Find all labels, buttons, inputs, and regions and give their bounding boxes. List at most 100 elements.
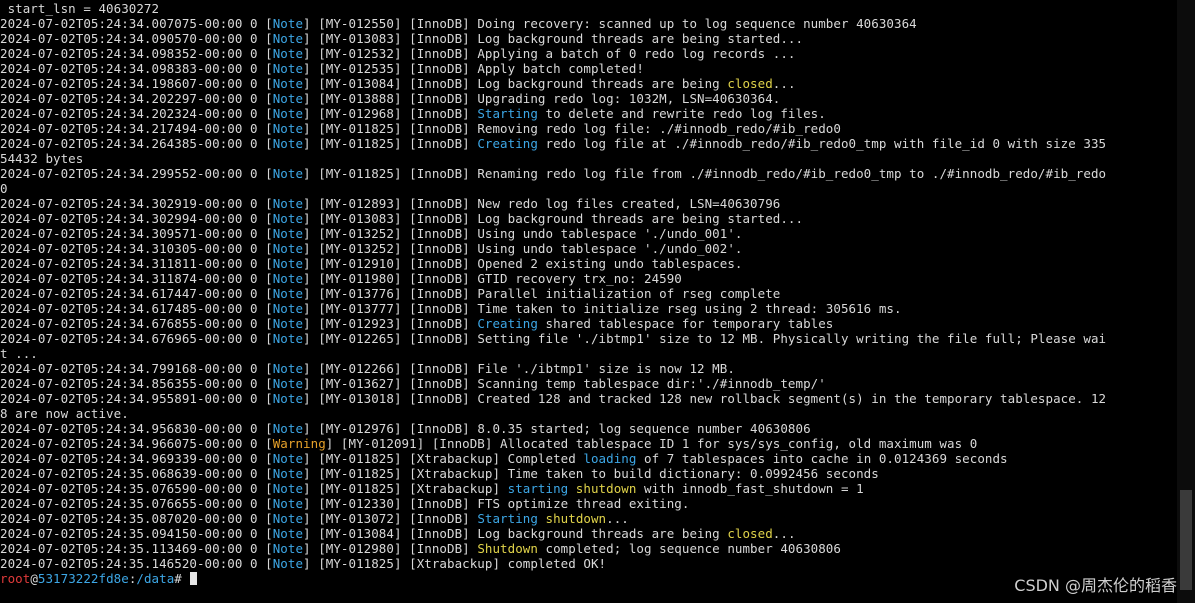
log-level: Note xyxy=(272,481,304,496)
log-code: MY-012976 xyxy=(325,421,394,436)
log-timestamp: 2024-07-02T05:24:35.146520-00:00 0 xyxy=(0,556,266,571)
bracket: ] [ xyxy=(393,61,417,76)
bracket: ] [ xyxy=(393,76,417,91)
log-timestamp: 2024-07-02T05:24:34.302994-00:00 0 xyxy=(0,211,266,226)
log-highlight: Creating xyxy=(477,136,538,151)
log-component: InnoDB xyxy=(416,271,463,286)
bracket: ] xyxy=(462,286,478,301)
log-component: InnoDB xyxy=(416,301,463,316)
log-message: Log background threads are being xyxy=(477,76,728,91)
bracket: ] xyxy=(462,106,478,121)
bracket: ] xyxy=(462,196,478,211)
vertical-scrollbar[interactable] xyxy=(1177,0,1195,603)
prompt-user: root xyxy=(0,571,31,586)
bracket: ] [ xyxy=(393,556,417,571)
bracket: ] [ xyxy=(303,226,326,241)
log-component: InnoDB xyxy=(416,526,463,541)
bracket: ] xyxy=(462,301,478,316)
log-message: ... xyxy=(772,76,796,91)
bracket: [ xyxy=(265,286,273,301)
bracket: ] [ xyxy=(303,196,326,211)
log-component: InnoDB xyxy=(416,496,463,511)
log-highlight: Starting xyxy=(477,511,538,526)
bracket: [ xyxy=(265,91,273,106)
log-level: Note xyxy=(272,166,304,181)
log-timestamp: 2024-07-02T05:24:34.676855-00:00 0 xyxy=(0,316,266,331)
log-level: Note xyxy=(272,46,304,61)
log-level: Note xyxy=(272,76,304,91)
log-highlight: starting xyxy=(507,481,569,496)
bracket: ] [ xyxy=(393,526,417,541)
terminal-window[interactable]: start_lsn = 40630272 2024-07-02T05:24:34… xyxy=(0,0,1195,603)
bracket: [ xyxy=(265,196,273,211)
bracket: ] xyxy=(462,46,478,61)
log-timestamp: 2024-07-02T05:24:34.007075-00:00 0 xyxy=(0,16,266,31)
bracket: ] [ xyxy=(393,286,417,301)
log-component: InnoDB xyxy=(416,31,463,46)
scrollbar-thumb[interactable] xyxy=(1180,490,1192,590)
bracket: [ xyxy=(265,16,273,31)
log-timestamp: 2024-07-02T05:24:34.955891-00:00 0 xyxy=(0,391,266,406)
log-timestamp: 2024-07-02T05:24:35.094150-00:00 0 xyxy=(0,526,266,541)
log-line: 2024-07-02T05:24:35.094150-00:00 0 [Note… xyxy=(0,526,1195,541)
log-code: MY-012968 xyxy=(325,106,394,121)
bracket: ] [ xyxy=(303,91,326,106)
log-component: InnoDB xyxy=(439,436,485,451)
log-code: MY-013627 xyxy=(325,376,394,391)
log-code: MY-012893 xyxy=(325,196,394,211)
log-code: MY-011825 xyxy=(325,136,394,151)
bracket: ] xyxy=(462,331,478,346)
log-message: shared tablespace for temporary tables xyxy=(537,316,834,331)
terminal-line-start-lsn: start_lsn = 40630272 xyxy=(0,1,160,16)
log-line: 2024-07-02T05:24:34.310305-00:00 0 [Note… xyxy=(0,241,1195,256)
bracket: [ xyxy=(265,481,273,496)
log-component: InnoDB xyxy=(416,376,463,391)
bracket: [ xyxy=(265,436,273,451)
bracket: [ xyxy=(265,226,273,241)
bracket: ] xyxy=(492,466,508,481)
bracket: ] [ xyxy=(303,286,326,301)
bracket: ] [ xyxy=(393,316,417,331)
log-message: 8.0.35 started; log sequence number 4063… xyxy=(477,421,811,436)
log-line: t ... xyxy=(0,346,1195,361)
bracket: ] [ xyxy=(303,361,326,376)
log-highlight: loading xyxy=(583,451,637,466)
log-output: 2024-07-02T05:24:34.007075-00:00 0 [Note… xyxy=(0,16,1195,571)
log-level: Note xyxy=(272,421,304,436)
log-component: InnoDB xyxy=(416,286,463,301)
log-timestamp: 2024-07-02T05:24:34.856355-00:00 0 xyxy=(0,376,266,391)
bracket: ] [ xyxy=(393,421,417,436)
bracket: ] xyxy=(462,121,478,136)
log-message: of 7 tablespaces into cache in 0.0124369… xyxy=(636,451,1008,466)
bracket: ] xyxy=(492,481,508,496)
log-level: Note xyxy=(272,256,304,271)
log-timestamp: 2024-07-02T05:24:34.202324-00:00 0 xyxy=(0,106,266,121)
log-line: 54432 bytes xyxy=(0,151,1195,166)
log-timestamp: 2024-07-02T05:24:34.617485-00:00 0 xyxy=(0,301,266,316)
bracket: ] [ xyxy=(303,316,326,331)
bracket: [ xyxy=(265,541,273,556)
bracket: ] [ xyxy=(393,361,417,376)
log-level: Note xyxy=(272,121,304,136)
log-timestamp: 2024-07-02T05:24:35.076590-00:00 0 xyxy=(0,481,266,496)
log-code: MY-012091 xyxy=(348,436,417,451)
log-component: InnoDB xyxy=(416,511,463,526)
log-line: 2024-07-02T05:24:34.302919-00:00 0 [Note… xyxy=(0,196,1195,211)
bracket: ] [ xyxy=(303,451,326,466)
log-timestamp: 2024-07-02T05:24:34.302919-00:00 0 xyxy=(0,196,266,211)
log-line: 2024-07-02T05:24:34.007075-00:00 0 [Note… xyxy=(0,16,1195,31)
log-component: InnoDB xyxy=(416,76,463,91)
bracket: ] xyxy=(462,76,478,91)
bracket: [ xyxy=(265,241,273,256)
log-code: MY-013084 xyxy=(325,526,394,541)
log-component: Xtrabackup xyxy=(416,466,493,481)
bracket: ] [ xyxy=(393,211,417,226)
bracket: [ xyxy=(265,331,273,346)
log-message: ... xyxy=(772,526,796,541)
bracket: ] xyxy=(462,511,478,526)
bracket: ] [ xyxy=(393,121,417,136)
bracket: ] [ xyxy=(393,271,417,286)
log-timestamp: 2024-07-02T05:24:34.202297-00:00 0 xyxy=(0,91,266,106)
bracket: ] [ xyxy=(303,271,326,286)
bracket: ] [ xyxy=(303,481,326,496)
